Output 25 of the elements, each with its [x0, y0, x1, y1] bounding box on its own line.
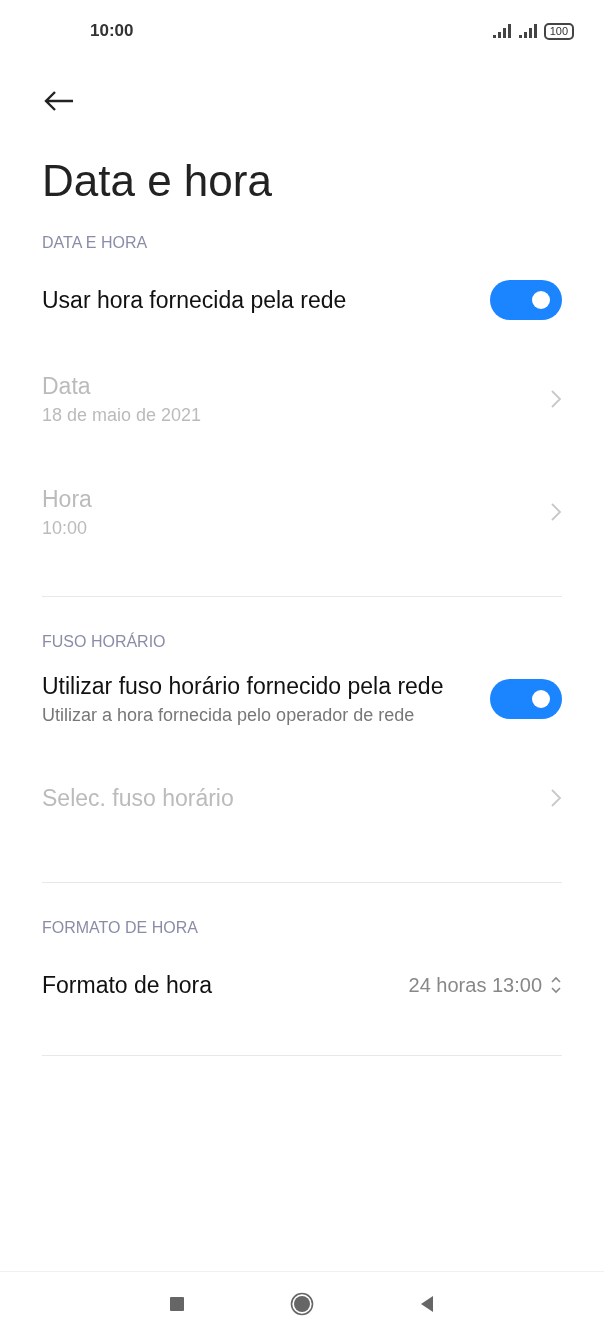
chevron-right-icon [550, 388, 562, 409]
recent-apps-icon[interactable] [169, 1296, 185, 1312]
page-title: Data e hora [42, 155, 273, 207]
chevron-right-icon [550, 787, 562, 808]
setting-subtitle: 10:00 [42, 516, 89, 540]
setting-value[interactable]: 24 horas 13:00 [408, 973, 542, 997]
setting-title[interactable]: Formato de hora [42, 970, 393, 1000]
section-header: FUSO HORÁRIO [42, 631, 167, 652]
toggle-switch[interactable] [490, 280, 562, 320]
signal-icon [491, 23, 514, 39]
section-header: DATA E HORA [42, 233, 149, 253]
up-down-arrows-icon [550, 975, 562, 995]
status-time: 10:00 [90, 21, 134, 41]
setting-title[interactable]: Utilizar fuso horário fornecido pela rede [42, 671, 474, 701]
setting-subtitle: Utilizar a hora fornecida pelo operador de rede [42, 704, 416, 727]
setting-title[interactable]: Usar hora fornecida pela rede [42, 285, 474, 315]
chevron-right-icon [550, 501, 562, 522]
back-arrow-icon[interactable] [44, 91, 74, 111]
setting-subtitle: 18 de maio de 2021 [42, 403, 203, 427]
section-header: FORMATO DE HORA [42, 918, 199, 938]
signal-icon [517, 23, 540, 39]
back-icon[interactable] [419, 1295, 435, 1313]
toggle-switch[interactable] [490, 679, 562, 719]
battery-indicator: 100 [543, 22, 574, 40]
home-icon[interactable] [290, 1292, 314, 1316]
